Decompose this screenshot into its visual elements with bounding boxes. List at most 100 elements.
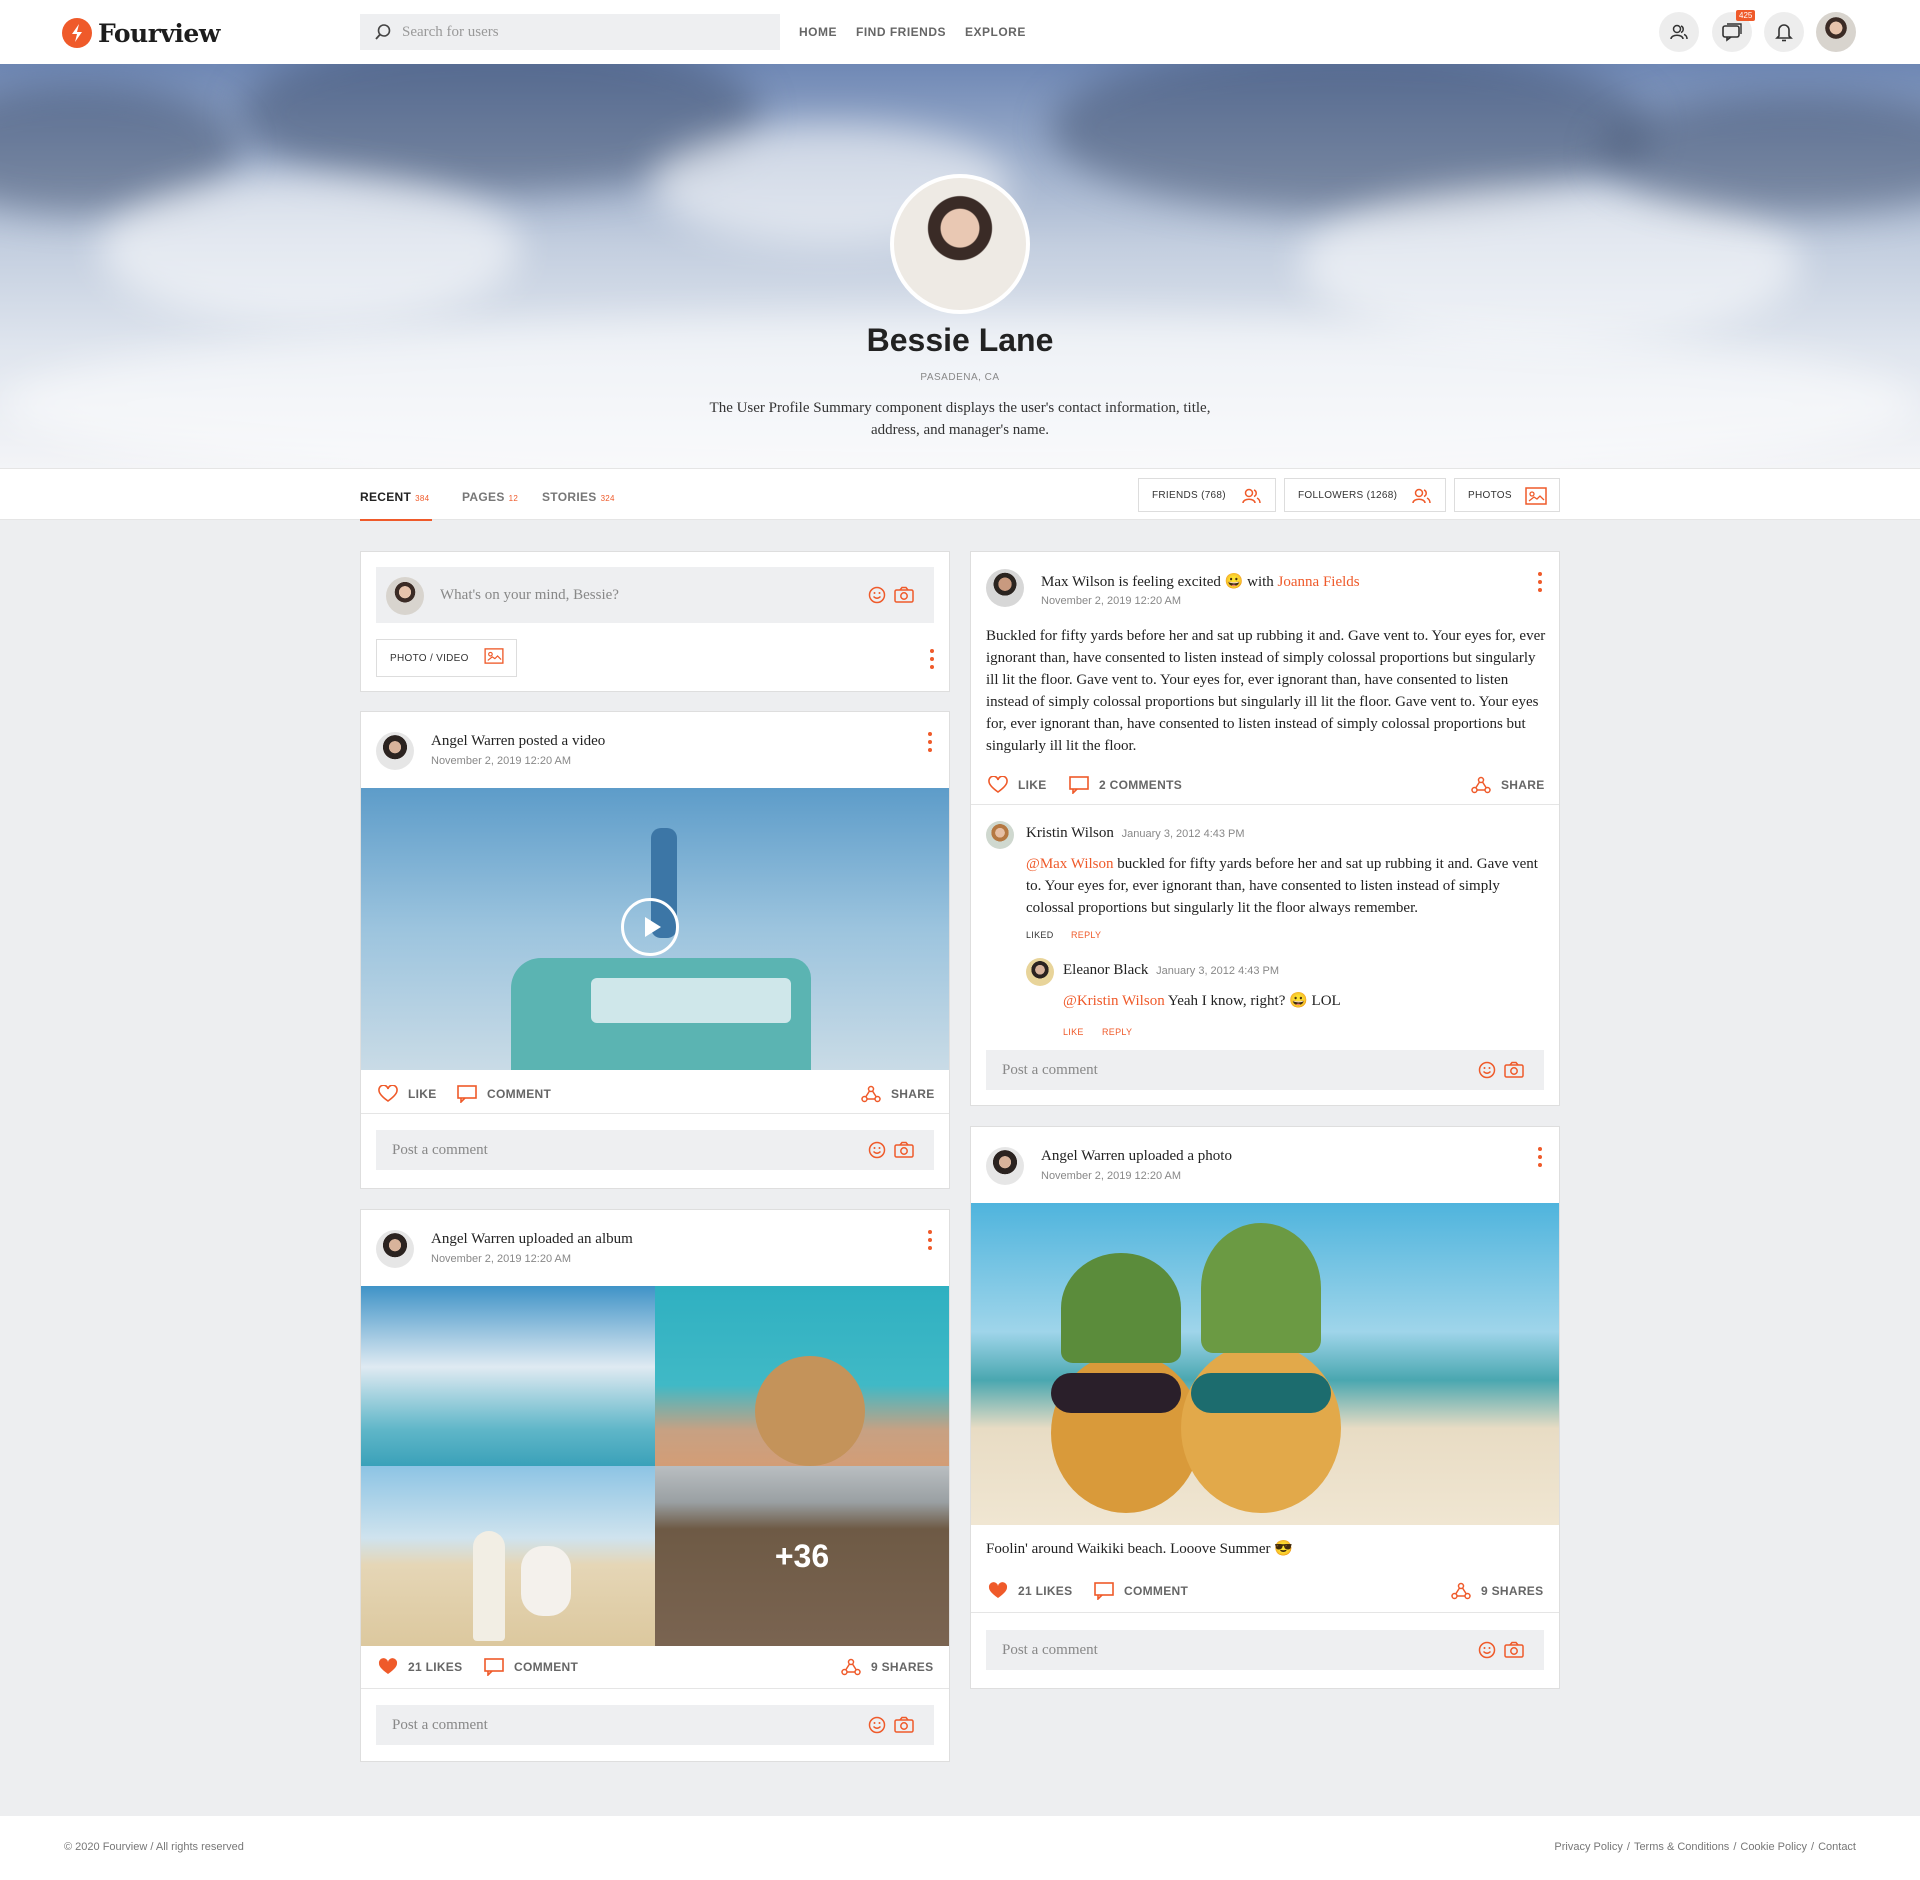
logo[interactable]: Fourview [62,18,220,48]
profile-tabs-bar: RECENT 384 PAGES 12 STORIES 324 FRIENDS (76… [0,468,1920,521]
video-post-card: Angel Warren posted a video November 2, … [360,711,950,1189]
comment-box[interactable] [986,1630,1544,1670]
album-photo[interactable] [361,1286,655,1466]
messages-badge: 425 [1736,10,1756,21]
notifications-button[interactable] [1764,12,1804,52]
friends-button[interactable]: FRIENDS (768) [1138,478,1276,512]
emoji-icon[interactable] [868,1716,886,1734]
comment-date: January 3, 2012 4:43 PM [1156,965,1280,977]
camera-icon[interactable] [1504,1061,1524,1079]
comment-button[interactable]: COMMENT [457,1085,551,1103]
share-icon [1471,776,1491,794]
chat-icon [1721,22,1743,42]
camera-icon[interactable] [894,586,914,604]
camera-icon[interactable] [894,1716,914,1734]
comment-input[interactable] [392,1141,692,1159]
video-thumbnail[interactable] [361,788,949,1070]
like-button[interactable]: LIKE [988,776,1047,794]
emoji-icon[interactable] [868,586,886,604]
comments-button[interactable]: 2 COMMENTS [1069,776,1182,794]
likes-button[interactable]: 21 LIKES [378,1658,462,1676]
reply-button[interactable]: REPLY [1102,1027,1132,1037]
comment-box[interactable] [376,1130,934,1170]
tagged-user-link[interactable]: Joanna Fields [1278,574,1360,590]
shares-button[interactable]: 9 SHARES [841,1658,933,1676]
mention-link[interactable]: @Kristin Wilson [1063,993,1165,1009]
camera-icon[interactable] [894,1141,914,1159]
nav-home[interactable]: HOME [799,25,837,39]
post-photo[interactable] [971,1203,1559,1525]
comment-input[interactable] [392,1716,692,1734]
shares-button[interactable]: 9 SHARES [1451,1582,1543,1600]
share-icon [841,1658,861,1676]
profile-avatar-button[interactable] [1816,12,1856,52]
search-box[interactable] [360,14,780,50]
reply-button[interactable]: REPLY [1071,930,1101,940]
nav-explore[interactable]: EXPLORE [965,25,1026,39]
top-bar: Fourview HOME FIND FRIENDS EXPLORE 425 [0,0,1920,64]
search-input[interactable] [402,23,762,41]
more-options-icon[interactable] [928,1230,932,1250]
brand-name: Fourview [98,18,220,48]
comment-input[interactable] [1002,1641,1302,1659]
avatar [376,732,414,770]
contact-link[interactable]: Contact [1818,1841,1856,1853]
album-photo[interactable] [361,1466,655,1646]
tab-pages[interactable]: PAGES 12 [462,490,518,504]
privacy-policy-link[interactable]: Privacy Policy [1554,1841,1622,1853]
comment-input[interactable] [1002,1061,1302,1079]
composer-input[interactable] [440,586,840,604]
comment-icon [1069,776,1089,794]
more-options-icon[interactable] [1538,572,1542,592]
emoji-icon[interactable] [1478,1061,1496,1079]
cookie-policy-link[interactable]: Cookie Policy [1740,1841,1807,1853]
terms-link[interactable]: Terms & Conditions [1634,1841,1729,1853]
album-post-card: Angel Warren uploaded an album November … [360,1209,950,1762]
divider [971,804,1559,805]
search-icon [374,23,392,41]
album-photo[interactable] [655,1286,949,1466]
emoji-icon[interactable] [868,1141,886,1159]
comment-icon [1094,1582,1114,1600]
comment-box[interactable] [376,1705,934,1745]
more-options-icon[interactable] [930,649,934,669]
share-button[interactable]: SHARE [861,1085,935,1103]
post-composer: PHOTO / VIDEO [360,551,950,692]
emoji-icon[interactable] [1478,1641,1496,1659]
more-options-icon[interactable] [1538,1147,1542,1167]
tab-stories[interactable]: STORIES 324 [542,490,615,504]
avatar [376,1230,414,1268]
likes-button[interactable]: 21 LIKES [988,1582,1072,1600]
heart-filled-icon [378,1658,398,1676]
composer-input-box[interactable] [376,567,934,623]
comment-box[interactable] [986,1050,1544,1090]
messages-button[interactable]: 425 [1712,10,1756,52]
followers-button[interactable]: FOLLOWERS (1268) [1284,478,1446,512]
album-photo-more[interactable]: +36 [655,1466,949,1646]
comment-date: January 3, 2012 4:43 PM [1121,828,1245,840]
copyright: © 2020 Fourview / All rights reserved [64,1841,244,1853]
photos-button[interactable]: PHOTOS [1454,478,1560,512]
comment-button[interactable]: COMMENT [484,1658,578,1676]
bell-icon [1775,22,1793,42]
share-button[interactable]: SHARE [1471,776,1545,794]
divider [361,1688,949,1689]
post-title: Angel Warren posted a video [431,733,606,749]
more-photos-count: +36 [774,1538,830,1574]
comment-button[interactable]: COMMENT [1094,1582,1188,1600]
separator: / [1626,1841,1630,1853]
more-options-icon[interactable] [928,732,932,752]
play-icon[interactable] [621,898,679,956]
camera-icon[interactable] [1504,1641,1524,1659]
tab-recent[interactable]: RECENT 384 [360,490,429,504]
nav-find-friends[interactable]: FIND FRIENDS [856,25,946,39]
liked-button[interactable]: LIKED [1026,930,1054,940]
friends-button[interactable] [1659,12,1699,52]
like-button[interactable]: LIKE [378,1085,437,1103]
photo-video-button[interactable]: PHOTO / VIDEO [376,639,517,677]
mention-link[interactable]: @Max Wilson [1026,856,1114,872]
avatar [986,821,1014,849]
avatar [1026,958,1054,986]
post-title: Angel Warren uploaded an album [431,1231,633,1247]
like-button[interactable]: LIKE [1063,1027,1084,1037]
